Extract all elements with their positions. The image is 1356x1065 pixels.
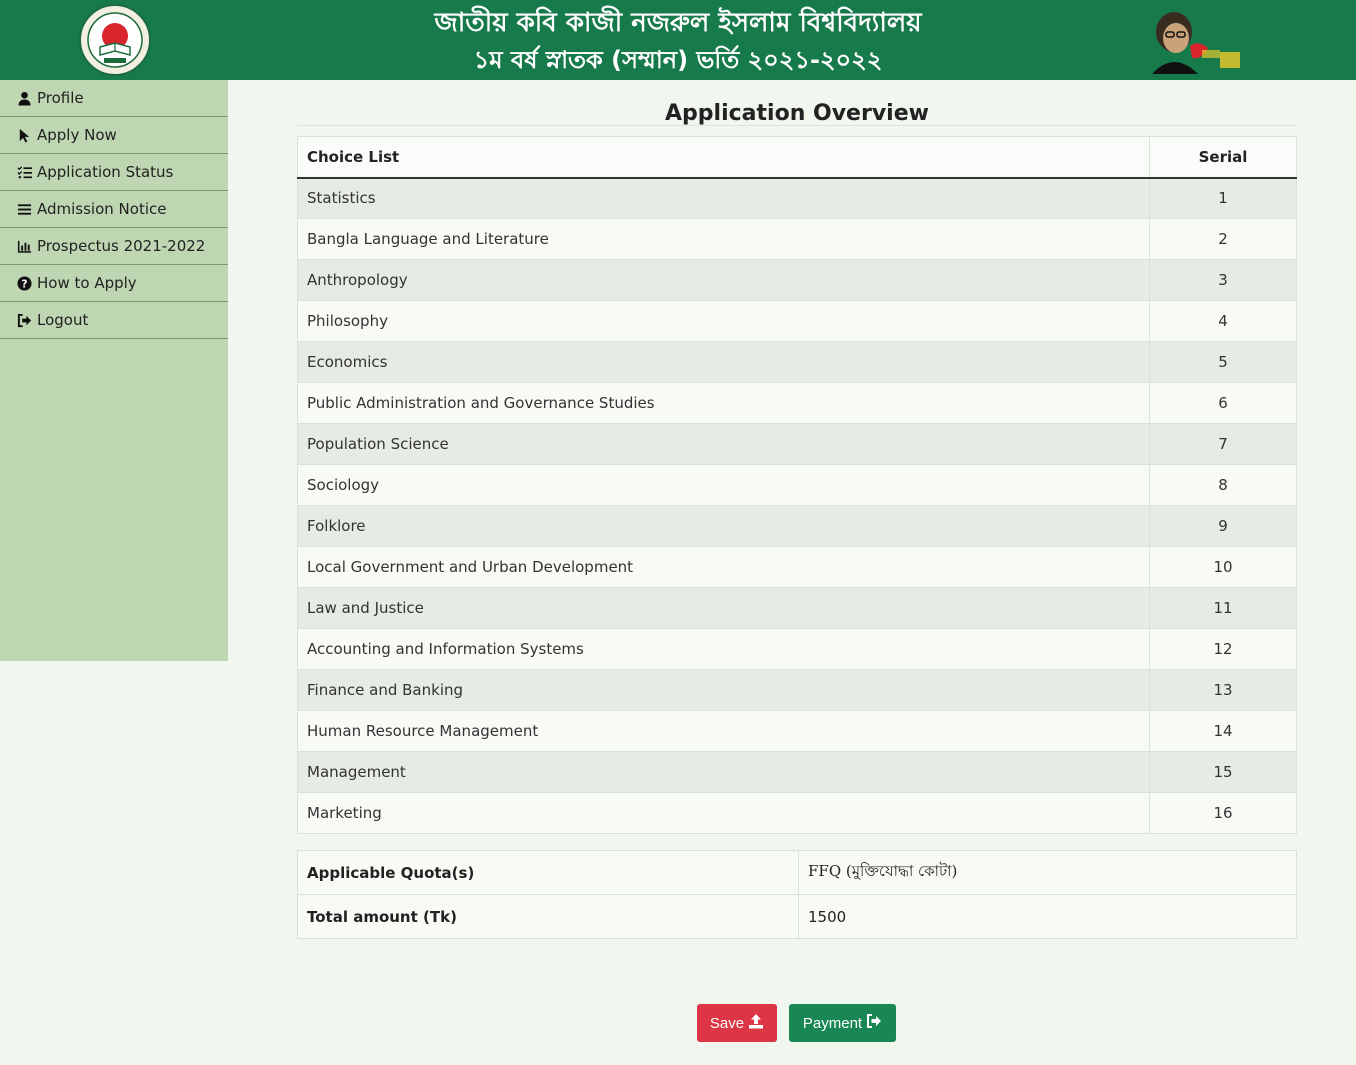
quota-label: Applicable Quota(s) — [297, 850, 799, 895]
page-title: Application Overview — [297, 92, 1297, 126]
amount-value: 1500 — [798, 894, 1297, 939]
choice-subject: Management — [297, 751, 1150, 793]
amount-label: Total amount (Tk) — [297, 894, 799, 939]
main-content: Application Overview Choice List Serial … — [297, 92, 1297, 939]
sidebar-item-how-to-apply[interactable]: ? How to Apply — [0, 265, 228, 302]
choice-subject: Population Science — [297, 423, 1150, 465]
svg-text:?: ? — [21, 278, 27, 290]
payment-button[interactable]: Payment — [789, 1004, 896, 1042]
upload-icon — [744, 1013, 764, 1033]
sidebar-item-logout[interactable]: Logout — [0, 302, 228, 339]
table-row: Human Resource Management 14 — [297, 710, 1297, 752]
choice-serial: 4 — [1149, 300, 1297, 342]
choice-subject: Accounting and Information Systems — [297, 628, 1150, 670]
amount-row: Total amount (Tk) 1500 — [297, 894, 1297, 939]
user-icon — [16, 90, 32, 106]
choice-serial: 7 — [1149, 423, 1297, 465]
table-row: Philosophy 4 — [297, 300, 1297, 342]
table-row: Law and Justice 11 — [297, 587, 1297, 629]
choice-serial: 3 — [1149, 259, 1297, 301]
choice-subject: Anthropology — [297, 259, 1150, 301]
save-button[interactable]: Save — [697, 1004, 777, 1042]
table-row: Sociology 8 — [297, 464, 1297, 506]
choice-serial: 11 — [1149, 587, 1297, 629]
choice-serial: 10 — [1149, 546, 1297, 588]
sidebar-item-profile[interactable]: Profile — [0, 80, 228, 117]
choice-subject: Human Resource Management — [297, 710, 1150, 752]
table-row: Public Administration and Governance Stu… — [297, 382, 1297, 424]
choice-subject: Public Administration and Governance Stu… — [297, 382, 1150, 424]
choice-serial: 2 — [1149, 218, 1297, 260]
table-row: Management 15 — [297, 751, 1297, 793]
choice-subject: Law and Justice — [297, 587, 1150, 629]
sidebar: Profile Apply Now Application Status Adm… — [0, 80, 228, 661]
column-header-choice-list: Choice List — [297, 136, 1150, 179]
table-row: Bangla Language and Literature 2 — [297, 218, 1297, 260]
sidebar-item-label: Application Status — [37, 163, 174, 181]
choice-subject: Local Government and Urban Development — [297, 546, 1150, 588]
payment-button-label: Payment — [802, 1014, 863, 1032]
choice-serial: 12 — [1149, 628, 1297, 670]
choice-serial: 15 — [1149, 751, 1297, 793]
table-row: Population Science 7 — [297, 423, 1297, 465]
choice-serial: 6 — [1149, 382, 1297, 424]
choice-subject: Philosophy — [297, 300, 1150, 342]
choice-subject: Economics — [297, 341, 1150, 383]
sidebar-item-label: Logout — [37, 311, 89, 329]
choice-subject: Statistics — [297, 177, 1150, 219]
table-row: Finance and Banking 13 — [297, 669, 1297, 711]
sidebar-item-apply-now[interactable]: Apply Now — [0, 117, 228, 154]
table-row: Economics 5 — [297, 341, 1297, 383]
table-row: Local Government and Urban Development 10 — [297, 546, 1297, 588]
sign-out-icon — [862, 1013, 882, 1033]
choice-serial: 9 — [1149, 505, 1297, 547]
choice-serial: 8 — [1149, 464, 1297, 506]
choice-serial: 13 — [1149, 669, 1297, 711]
pointer-icon — [16, 127, 32, 143]
choice-serial: 1 — [1149, 177, 1297, 219]
table-header-row: Choice List Serial — [297, 136, 1297, 179]
quota-value: FFQ (মুক্তিযোদ্ধা কোটা) — [798, 850, 1297, 895]
save-button-label: Save — [709, 1014, 745, 1032]
sidebar-item-label: Apply Now — [37, 126, 117, 144]
menu-icon — [16, 201, 32, 217]
sidebar-item-admission-notice[interactable]: Admission Notice — [0, 191, 228, 228]
table-row: Statistics 1 — [297, 177, 1297, 219]
sidebar-item-label: How to Apply — [37, 274, 137, 292]
choice-serial: 16 — [1149, 792, 1297, 834]
choice-subject: Finance and Banking — [297, 669, 1150, 711]
table-row: Anthropology 3 — [297, 259, 1297, 301]
sidebar-item-label: Profile — [37, 89, 84, 107]
sidebar-item-application-status[interactable]: Application Status — [0, 154, 228, 191]
choice-serial: 14 — [1149, 710, 1297, 752]
choice-subject: Bangla Language and Literature — [297, 218, 1150, 260]
choice-list-table: Choice List Serial Statistics 1 Bangla La… — [297, 136, 1297, 834]
sidebar-item-label: Prospectus 2021-2022 — [37, 237, 206, 255]
sidebar-item-label: Admission Notice — [37, 200, 167, 218]
sidebar-item-prospectus[interactable]: Prospectus 2021-2022 — [0, 228, 228, 265]
table-row: Folklore 9 — [297, 505, 1297, 547]
table-row: Accounting and Information Systems 12 — [297, 628, 1297, 670]
choice-subject: Folklore — [297, 505, 1150, 547]
quota-row: Applicable Quota(s) FFQ (মুক্তিযোদ্ধা কো… — [297, 850, 1297, 895]
application-summary-table: Applicable Quota(s) FFQ (মুক্তিযোদ্ধা কো… — [297, 850, 1297, 939]
column-header-serial: Serial — [1149, 136, 1297, 179]
choice-serial: 5 — [1149, 341, 1297, 383]
table-row: Marketing 16 — [297, 792, 1297, 834]
site-header: জাতীয় কবি কাজী নজরুল ইসলাম বিশ্ববিদ্যাল… — [0, 0, 1356, 80]
list-check-icon — [16, 164, 32, 180]
question-circle-icon: ? — [16, 275, 32, 291]
choice-subject: Marketing — [297, 792, 1150, 834]
logout-icon — [16, 312, 32, 328]
mujib-100-logo-icon — [1146, 6, 1242, 74]
choice-subject: Sociology — [297, 464, 1150, 506]
bar-chart-icon — [16, 238, 32, 254]
